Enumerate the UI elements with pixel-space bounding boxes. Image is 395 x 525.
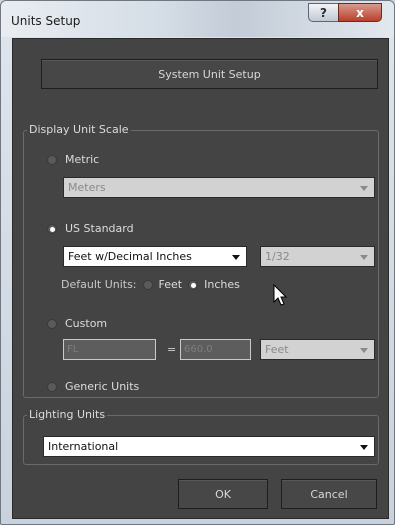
chevron-down-icon	[360, 185, 368, 191]
metric-label: Metric	[65, 153, 100, 166]
custom-unit-dropdown[interactable]: Feet	[260, 339, 375, 360]
us-standard-radio-icon[interactable]	[47, 223, 57, 234]
default-units-label: Default Units:	[61, 278, 137, 291]
help-button[interactable]: ?	[308, 3, 338, 22]
custom-radio-icon[interactable]	[47, 318, 57, 329]
generic-units-radio[interactable]: Generic Units	[47, 380, 139, 393]
lighting-units-dropdown[interactable]: International	[43, 436, 375, 457]
us-standard-units-dropdown[interactable]: Feet w/Decimal Inches	[63, 246, 247, 267]
metric-radio-icon[interactable]	[47, 154, 57, 165]
us-standard-label: US Standard	[65, 222, 134, 235]
generic-units-radio-icon[interactable]	[47, 381, 57, 392]
chevron-down-icon	[360, 444, 368, 450]
us-standard-radio[interactable]: US Standard	[47, 222, 134, 235]
mouse-cursor-icon	[273, 284, 288, 306]
default-units-row: Default Units: Feet Inches	[61, 278, 240, 291]
chevron-down-icon	[232, 254, 240, 260]
custom-label: Custom	[65, 317, 108, 330]
equals-sign: =	[167, 343, 177, 356]
custom-name-input[interactable]: FL	[63, 339, 156, 360]
default-feet-label[interactable]: Feet	[159, 278, 183, 291]
default-inches-label[interactable]: Inches	[204, 278, 240, 291]
generic-units-label: Generic Units	[65, 380, 140, 393]
default-feet-radio-icon[interactable]	[142, 279, 153, 290]
dialog-body: System Unit Setup Display Unit Scale Met…	[12, 38, 389, 519]
title-bar[interactable]: Units Setup ? x	[1, 1, 394, 37]
chevron-down-icon	[360, 254, 368, 260]
title-buttons: ? x	[308, 3, 382, 23]
system-unit-setup-button[interactable]: System Unit Setup	[41, 59, 378, 89]
lighting-units-label: Lighting Units	[27, 408, 108, 421]
custom-unit-value: Feet	[265, 343, 289, 356]
metric-units-value: Meters	[68, 181, 106, 194]
units-setup-window: Units Setup ? x System Unit Setup Displa…	[0, 0, 395, 525]
us-standard-units-value: Feet w/Decimal Inches	[68, 250, 192, 263]
custom-radio[interactable]: Custom	[47, 317, 107, 330]
default-inches-radio-icon[interactable]	[188, 279, 199, 290]
close-button[interactable]: x	[338, 3, 382, 22]
metric-radio[interactable]: Metric	[47, 153, 99, 166]
ok-button[interactable]: OK	[178, 479, 268, 509]
window-title: Units Setup	[11, 14, 81, 28]
metric-units-dropdown[interactable]: Meters	[63, 177, 375, 198]
fraction-dropdown[interactable]: 1/32	[260, 246, 375, 267]
cancel-button[interactable]: Cancel	[281, 479, 377, 509]
chevron-down-icon	[360, 347, 368, 353]
fraction-value: 1/32	[265, 250, 290, 263]
lighting-units-value: International	[48, 440, 119, 453]
display-unit-scale-label: Display Unit Scale	[27, 123, 131, 136]
custom-amount-input[interactable]: 660.0	[180, 339, 251, 360]
